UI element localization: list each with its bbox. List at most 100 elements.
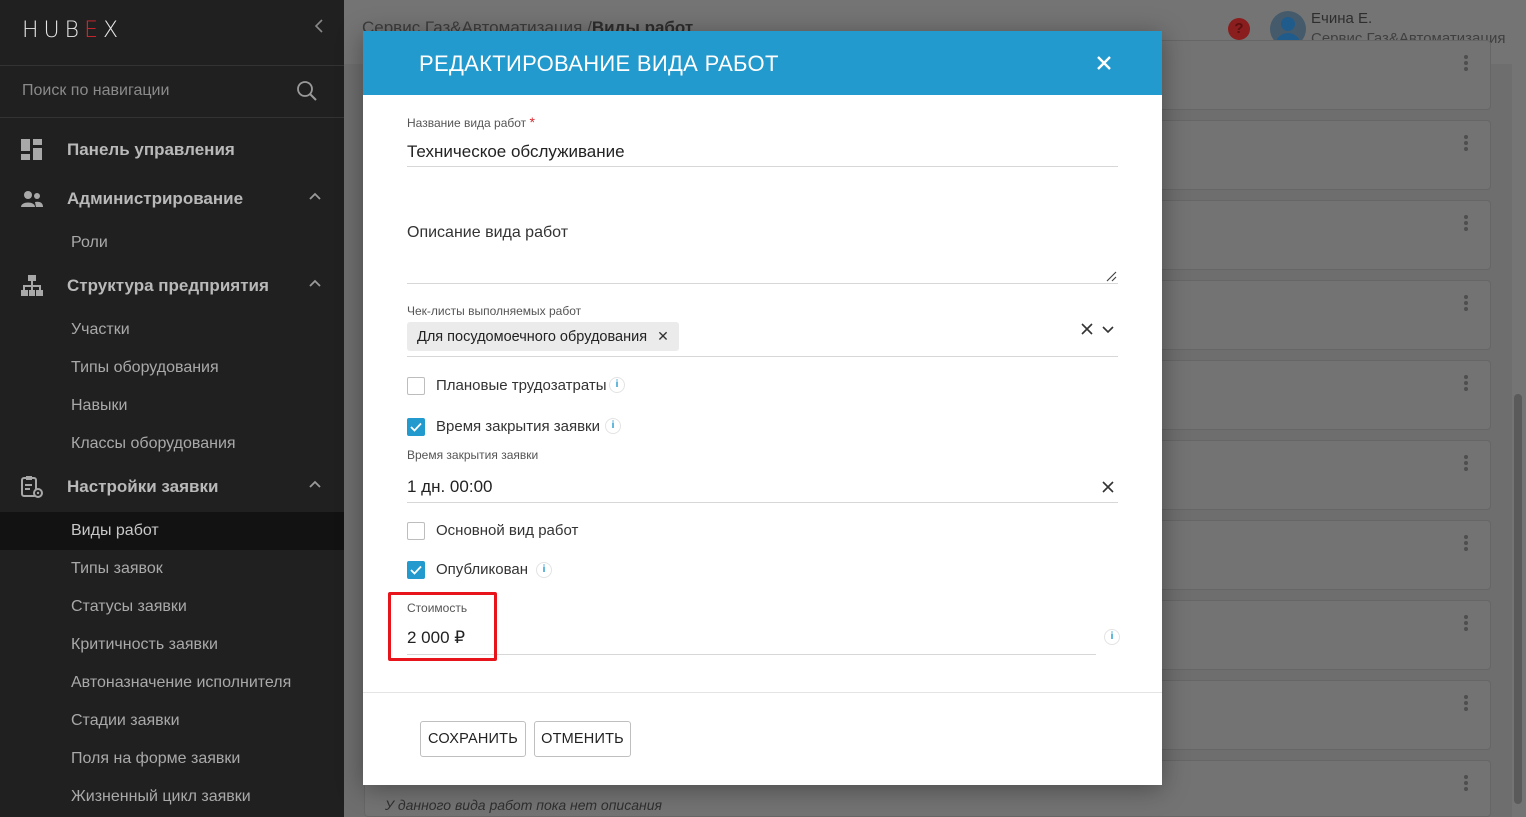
- chevron-down-icon[interactable]: [1101, 323, 1115, 337]
- sidebar-item-label: Типы заявок: [71, 560, 163, 577]
- work-type-description: У данного вида работ пока нет описания: [385, 797, 662, 813]
- sidebar-item-request-criticality[interactable]: Критичность заявки: [0, 626, 344, 664]
- sidebar-item-label: Навыки: [71, 397, 128, 414]
- clipboard-settings-icon: [20, 475, 44, 499]
- nav-search-input[interactable]: Поиск по навигации: [22, 82, 169, 100]
- edit-work-type-dialog: РЕДАКТИРОВАНИЕ ВИДА РАБОТ Название вида …: [363, 31, 1162, 785]
- sidebar-section-label: Структура предприятия: [67, 276, 269, 295]
- more-menu-icon[interactable]: [1464, 455, 1468, 471]
- more-menu-icon[interactable]: [1464, 775, 1468, 791]
- close-time-checkbox-label: Время закрытия заявки: [436, 418, 600, 435]
- sidebar-item-roles[interactable]: Роли: [0, 224, 344, 262]
- dashboard-icon: [20, 138, 44, 162]
- dialog-header: РЕДАКТИРОВАНИЕ ВИДА РАБОТ: [363, 31, 1162, 95]
- avatar-head: [1281, 17, 1295, 31]
- logo-text-x: X: [102, 18, 124, 43]
- name-field-label: Название вида работ *: [407, 114, 535, 130]
- close-icon[interactable]: [1094, 53, 1114, 73]
- sidebar-section-label: Настройки заявки: [67, 477, 219, 496]
- sidebar-item-label: Статусы заявки: [71, 598, 187, 615]
- logo-text-hub: HUB: [22, 18, 85, 43]
- sidebar-item-skills[interactable]: Навыки: [0, 387, 344, 425]
- more-menu-icon[interactable]: [1464, 55, 1468, 71]
- sidebar-item-work-types[interactable]: Виды работ: [0, 512, 344, 550]
- sidebar-item-label: Типы оборудования: [71, 359, 219, 376]
- description-underline: [407, 283, 1118, 284]
- sidebar-item-equipment-types[interactable]: Типы оборудования: [0, 349, 344, 387]
- name-input[interactable]: Техническое обслуживание: [407, 142, 625, 162]
- more-menu-icon[interactable]: [1464, 615, 1468, 631]
- required-mark: *: [529, 114, 535, 130]
- name-label-text: Название вида работ: [407, 116, 527, 130]
- chevron-up-icon: [308, 189, 322, 203]
- sidebar-item-label: Классы оборудования: [71, 435, 236, 452]
- nav-search[interactable]: Поиск по навигации: [0, 66, 344, 118]
- more-menu-icon[interactable]: [1464, 215, 1468, 231]
- cost-underline: [407, 654, 1096, 655]
- sidebar-section-structure[interactable]: Структура предприятия: [0, 262, 344, 311]
- chevron-up-icon: [308, 477, 322, 491]
- sidebar: HUBEX Поиск по навигации Панель управлен…: [0, 0, 344, 817]
- collapse-sidebar-icon[interactable]: [314, 18, 324, 39]
- main-work-type-checkbox[interactable]: [407, 522, 425, 540]
- info-icon[interactable]: i: [536, 562, 552, 578]
- close-time-input[interactable]: 1 дн. 00:00: [407, 477, 492, 497]
- close-time-underline: [407, 502, 1118, 503]
- cancel-button[interactable]: ОТМЕНИТЬ: [534, 721, 631, 757]
- sidebar-item-label: Роли: [71, 234, 108, 251]
- sidebar-item-label: Поля на форме заявки: [71, 750, 241, 767]
- sidebar-item-areas[interactable]: Участки: [0, 311, 344, 349]
- close-time-checkbox[interactable]: [407, 418, 425, 436]
- sidebar-item-label: Критичность заявки: [71, 636, 218, 653]
- info-icon[interactable]: i: [1104, 629, 1120, 645]
- more-menu-icon[interactable]: [1464, 535, 1468, 551]
- planned-labor-checkbox[interactable]: [407, 377, 425, 395]
- more-menu-icon[interactable]: [1464, 135, 1468, 151]
- sidebar-section-admin[interactable]: Администрирование: [0, 175, 344, 224]
- sidebar-item-equipment-classes[interactable]: Классы оборудования: [0, 425, 344, 463]
- sidebar-section-settings[interactable]: Настройки заявки: [0, 463, 344, 512]
- close-time-field-label: Время закрытия заявки: [407, 448, 539, 462]
- sidebar-item-label: Виды работ: [71, 522, 159, 539]
- more-menu-icon[interactable]: [1464, 375, 1468, 391]
- planned-labor-label: Плановые трудозатраты: [436, 377, 607, 394]
- name-underline: [407, 166, 1118, 167]
- checklists-label: Чек-листы выполняемых работ: [407, 304, 582, 318]
- chevron-up-icon: [308, 276, 322, 290]
- info-icon[interactable]: i: [605, 418, 621, 434]
- more-menu-icon[interactable]: [1464, 695, 1468, 711]
- logo-text-e: E: [84, 18, 103, 43]
- sidebar-item-request-statuses[interactable]: Статусы заявки: [0, 588, 344, 626]
- org-structure-icon: [20, 274, 44, 298]
- sidebar-item-form-fields[interactable]: Поля на форме заявки: [0, 740, 344, 778]
- scrollbar[interactable]: [1512, 64, 1526, 817]
- published-checkbox[interactable]: [407, 561, 425, 579]
- sidebar-item-request-types[interactable]: Типы заявок: [0, 550, 344, 588]
- sidebar-item-label: Жизненный цикл заявки: [71, 788, 251, 805]
- search-icon[interactable]: [296, 80, 318, 102]
- resize-handle-icon[interactable]: [1105, 270, 1117, 282]
- more-menu-icon[interactable]: [1464, 295, 1468, 311]
- sidebar-section-label: Администрирование: [67, 189, 244, 208]
- save-button[interactable]: СОХРАНИТЬ: [420, 721, 526, 757]
- user-name[interactable]: Ечина Е.: [1311, 10, 1372, 27]
- highlight-box: [388, 592, 497, 661]
- clear-selection-icon[interactable]: [1080, 322, 1094, 336]
- dialog-title: РЕДАКТИРОВАНИЕ ВИДА РАБОТ: [419, 51, 779, 76]
- checklist-chip[interactable]: Для посудомоечного обрудования ✕: [407, 322, 679, 351]
- remove-chip-icon[interactable]: ✕: [657, 328, 669, 345]
- hubex-logo[interactable]: HUBEX: [22, 18, 123, 43]
- info-icon[interactable]: i: [609, 377, 625, 393]
- sidebar-item-request-stages[interactable]: Стадии заявки: [0, 702, 344, 740]
- sidebar-section-label: Панель управления: [67, 140, 235, 159]
- logo-row: HUBEX: [0, 0, 344, 66]
- sidebar-item-lifecycle[interactable]: Жизненный цикл заявки: [0, 778, 344, 816]
- scrollbar-thumb[interactable]: [1514, 394, 1522, 804]
- sidebar-section-dashboard[interactable]: Панель управления: [0, 126, 344, 175]
- description-input[interactable]: Описание вида работ: [407, 224, 568, 242]
- users-icon: [20, 187, 44, 211]
- clear-close-time-icon[interactable]: [1101, 480, 1115, 494]
- main-work-type-label: Основной вид работ: [436, 522, 579, 539]
- help-icon[interactable]: ?: [1228, 18, 1250, 40]
- sidebar-item-auto-assign[interactable]: Автоназначение исполнителя: [0, 664, 344, 702]
